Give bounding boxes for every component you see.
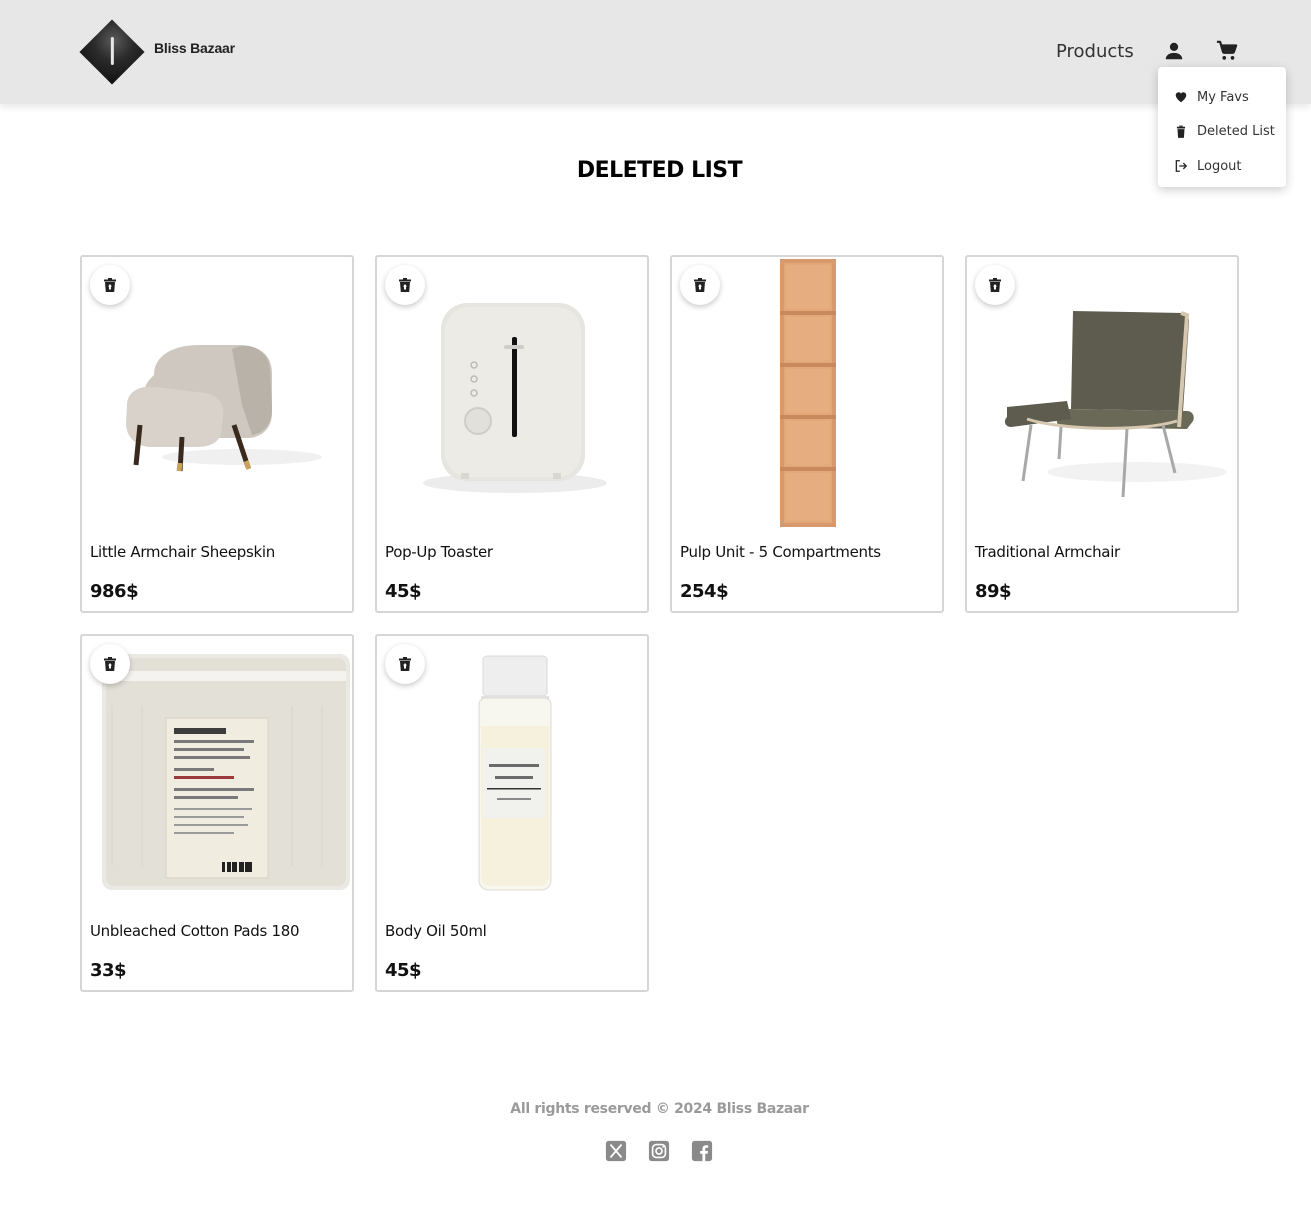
shopping-cart-icon[interactable] — [1215, 40, 1239, 62]
product-card[interactable]: Pop-Up Toaster 45$ — [375, 255, 649, 613]
product-card[interactable]: Traditional Armchair 89$ — [965, 255, 1239, 613]
trash-icon — [399, 657, 411, 671]
product-card[interactable]: Unbleached Cotton Pads 180 33$ — [80, 634, 354, 992]
menu-item-my-favs[interactable]: My Favs — [1158, 80, 1286, 115]
product-name: Pop-Up Toaster — [385, 543, 493, 561]
site-header: Bliss Bazaar Products — [0, 0, 1311, 104]
trash-icon — [399, 278, 411, 292]
product-price: 986$ — [90, 581, 139, 602]
product-card[interactable]: Little Armchair Sheepskin 986$ — [80, 255, 354, 613]
brand-name: Bliss Bazaar — [154, 39, 235, 56]
menu-item-label: My Favs — [1197, 89, 1249, 105]
trash-icon — [694, 278, 706, 292]
instagram-icon[interactable] — [648, 1140, 670, 1162]
product-card[interactable]: Pulp Unit - 5 Compartments 254$ — [670, 255, 944, 613]
restore-delete-button[interactable] — [680, 265, 720, 305]
heart-icon — [1175, 92, 1187, 103]
menu-item-label: Deleted List — [1197, 124, 1275, 140]
menu-item-deleted-list[interactable]: Deleted List — [1158, 115, 1286, 150]
product-price: 45$ — [385, 960, 422, 981]
page-title: DELETED LIST — [576, 158, 743, 183]
nav-products-link[interactable]: Products — [1056, 41, 1134, 62]
product-name: Body Oil 50ml — [385, 922, 487, 940]
product-price: 89$ — [975, 581, 1012, 602]
restore-delete-button[interactable] — [975, 265, 1015, 305]
restore-delete-button[interactable] — [90, 644, 130, 684]
footer-copyright: All rights reserved © 2024 Bliss Bazaar — [510, 1101, 809, 1117]
trash-icon — [1176, 125, 1186, 138]
brand-logo-link[interactable]: Bliss Bazaar — [79, 19, 235, 85]
product-name: Pulp Unit - 5 Compartments — [680, 543, 881, 561]
product-card[interactable]: Body Oil 50ml 45$ — [375, 634, 649, 992]
x-icon[interactable] — [605, 1140, 627, 1162]
restore-delete-button[interactable] — [385, 644, 425, 684]
product-price: 33$ — [90, 960, 127, 981]
person-icon[interactable] — [1163, 40, 1185, 62]
product-price: 254$ — [680, 581, 729, 602]
logo-icon — [79, 19, 145, 85]
restore-delete-button[interactable] — [90, 265, 130, 305]
trash-icon — [104, 278, 116, 292]
product-grid: Little Armchair Sheepskin 986$ Pop-Up To… — [80, 255, 1240, 992]
product-name: Unbleached Cotton Pads 180 — [90, 922, 300, 940]
trash-icon — [104, 657, 116, 671]
product-name: Little Armchair Sheepskin — [90, 543, 275, 561]
facebook-icon[interactable] — [691, 1140, 713, 1162]
product-name: Traditional Armchair — [975, 543, 1120, 561]
social-links — [605, 1140, 713, 1162]
restore-delete-button[interactable] — [385, 265, 425, 305]
product-price: 45$ — [385, 581, 422, 602]
trash-icon — [989, 278, 1001, 292]
